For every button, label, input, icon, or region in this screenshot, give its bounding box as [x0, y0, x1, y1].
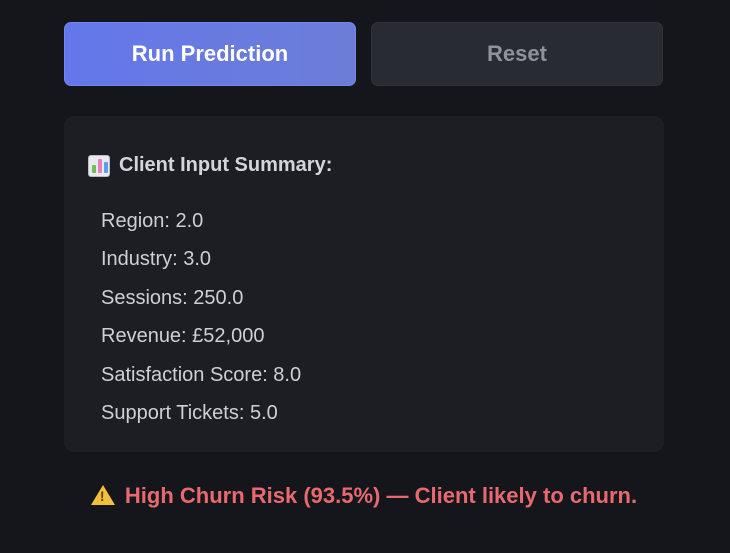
- summary-list: Region: 2.0 Industry: 3.0 Sessions: 250.…: [101, 208, 301, 438]
- bar-chart-icon: [88, 154, 110, 177]
- action-buttons: Run Prediction Reset: [64, 22, 664, 86]
- run-prediction-button[interactable]: Run Prediction: [64, 22, 356, 86]
- summary-row-industry: Industry: 3.0: [101, 248, 212, 271]
- client-input-summary-card: Client Input Summary: Region: 2.0 Indust…: [64, 116, 664, 452]
- summary-row-satisfaction: Satisfaction Score: 8.0: [101, 363, 302, 386]
- summary-title: Client Input Summary:: [119, 154, 333, 176]
- result-text: High Churn Risk (93.5%) — Client likely …: [124, 483, 638, 508]
- summary-row-revenue: Revenue: £52,000: [101, 325, 265, 348]
- churn-result-message: High Churn Risk (93.5%) — Client likely …: [64, 481, 664, 510]
- summary-row-sessions: Sessions: 250.0: [101, 286, 244, 309]
- summary-row-support-tickets: Support Tickets: 5.0: [101, 401, 278, 424]
- reset-button[interactable]: Reset: [371, 22, 663, 86]
- summary-heading: Client Input Summary:: [88, 154, 332, 177]
- warning-icon: [90, 485, 115, 505]
- prediction-panel: Run Prediction Reset Client Input Summar…: [0, 0, 730, 553]
- summary-row-region: Region: 2.0: [101, 210, 204, 232]
